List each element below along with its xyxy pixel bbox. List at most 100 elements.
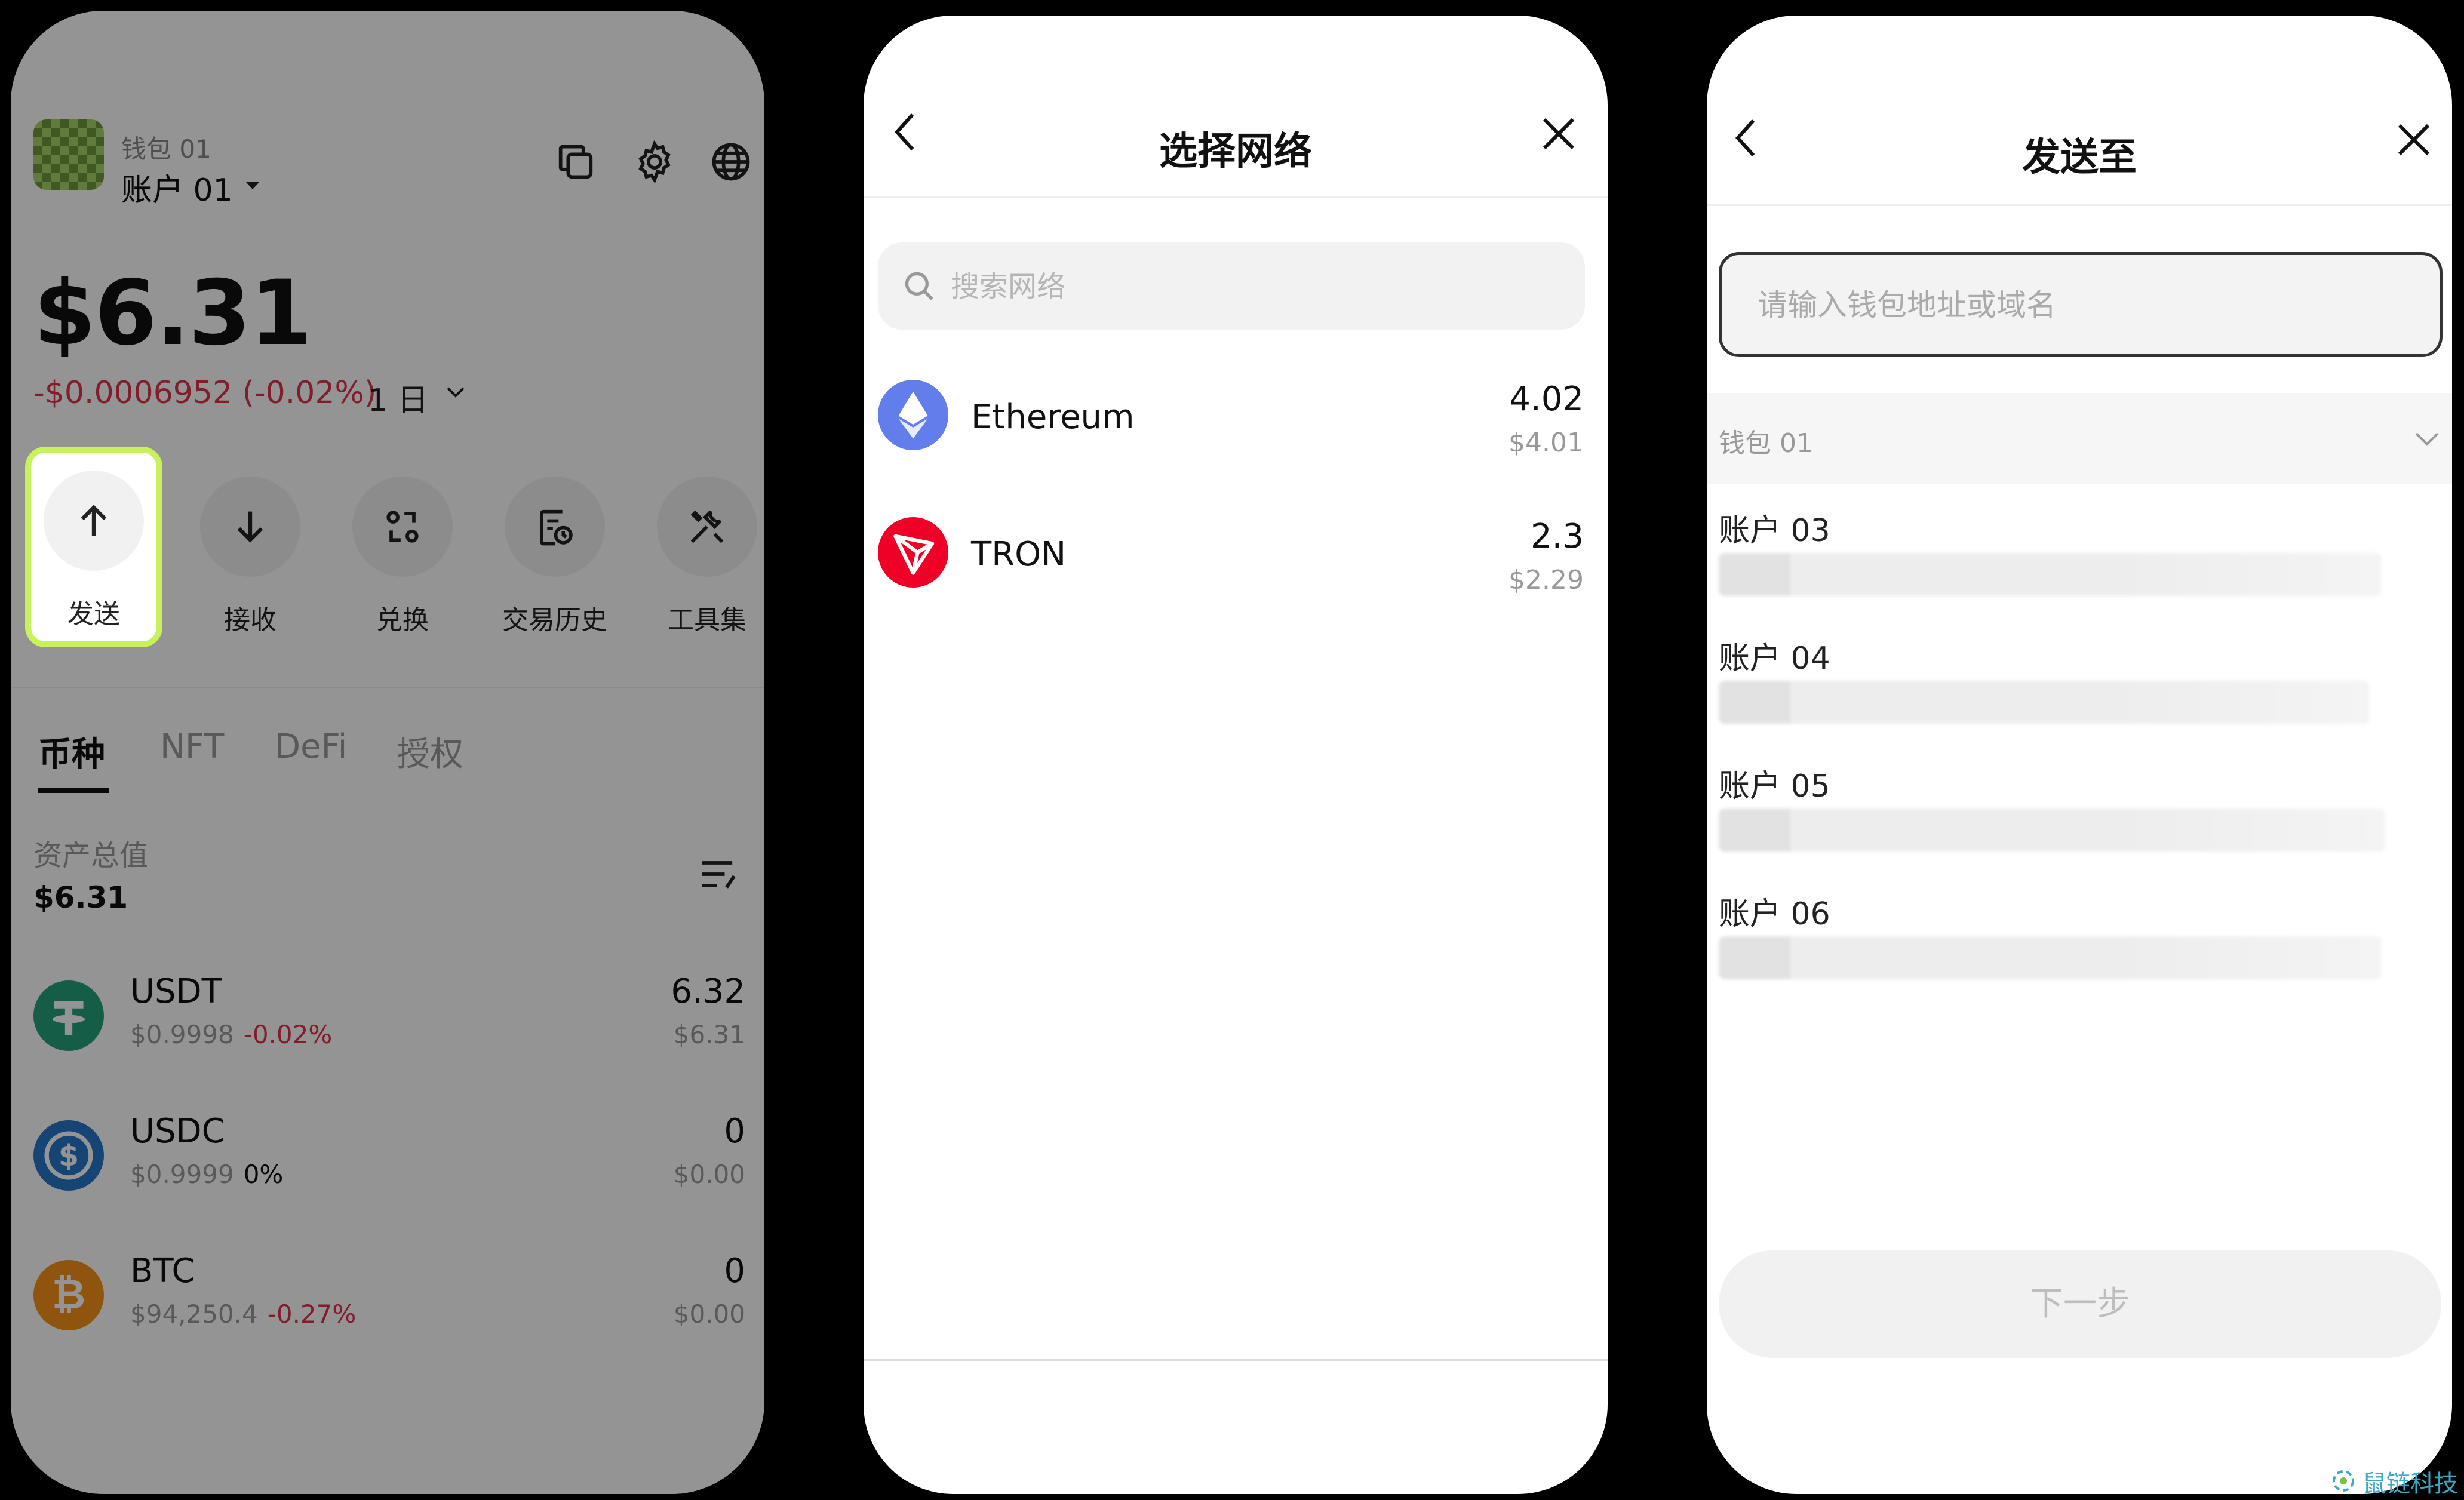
network-amount: 2.3 (1530, 517, 1584, 556)
bottom-divider (864, 1359, 1608, 1361)
header-divider (864, 196, 1608, 198)
tools-icon (684, 504, 730, 549)
tab-tokens[interactable]: 币种 (38, 727, 105, 776)
token-symbol: BTC (130, 1252, 195, 1290)
back-icon[interactable] (891, 111, 918, 153)
divider (11, 687, 764, 688)
brand-logo-icon (2329, 1467, 2358, 1495)
search-box[interactable] (878, 242, 1585, 331)
token-usd: $0.00 (673, 1299, 745, 1329)
swap-button[interactable]: 兑换 (334, 454, 471, 639)
watermark: 鼠链科技 (2325, 1461, 2464, 1498)
svg-text:$: $ (59, 1138, 79, 1173)
network-usd: $2.29 (1508, 565, 1584, 595)
receive-label: 接收 (224, 605, 276, 635)
tab-authorization[interactable]: 授权 (397, 727, 463, 776)
token-amount: 6.32 (671, 972, 745, 1011)
search-input[interactable] (950, 242, 1561, 331)
account-name: 账户 05 (1719, 769, 1830, 804)
token-price: $0.9999 (130, 1160, 234, 1189)
tools-button[interactable]: 工具集 (638, 454, 764, 639)
account-item[interactable]: 账户 06 (1707, 889, 2452, 1014)
token-amount: 0 (724, 1112, 745, 1151)
blurred-address (1719, 809, 2385, 852)
wallet-name: 钱包 01 (121, 134, 211, 164)
token-change: 0% (243, 1160, 284, 1189)
history-button[interactable]: 交易历史 (486, 454, 623, 639)
send-to-screen: 发送至 钱包 01 账户 03 账户 04 账户 05 账户 06 下一步 (1707, 16, 2452, 1494)
bitcoin-icon: ₿ (33, 1260, 104, 1330)
header-divider (1707, 204, 2452, 206)
token-change: -0.27% (267, 1299, 357, 1329)
caret-down-icon[interactable] (245, 180, 260, 191)
account-item[interactable]: 账户 04 (1707, 633, 2452, 758)
token-usd: $0.00 (673, 1160, 745, 1189)
arrow-down-icon (228, 504, 273, 549)
swap-icon (380, 504, 425, 549)
svg-text:₿: ₿ (52, 1271, 85, 1318)
account-item[interactable]: 账户 03 (1707, 505, 2452, 631)
close-icon[interactable] (1540, 115, 1578, 153)
send-button[interactable]: 发送 (25, 447, 162, 647)
blurred-address (1719, 681, 2370, 724)
select-network-screen: 选择网络 Ethereum 4.02 $4.01 TRON 2.3 $2.29 (864, 16, 1608, 1494)
token-price: $94,250.4 (130, 1299, 258, 1329)
token-symbol: USDT (130, 972, 222, 1011)
account-name: 账户 06 (1719, 896, 1830, 932)
total-assets-label: 资产总值 (33, 839, 149, 872)
network-name: TRON (971, 535, 1067, 574)
token-row[interactable]: ₿ BTC $94,250.4 -0.27% 0 $0.00 (11, 1240, 764, 1371)
account-name: 账户 03 (1719, 513, 1830, 549)
tron-icon (878, 517, 948, 588)
address-input[interactable] (1756, 255, 2416, 355)
chevron-down-icon (2414, 430, 2440, 448)
usdc-icon: $ (33, 1120, 104, 1191)
blurred-address (1719, 553, 2382, 596)
copy-icon[interactable] (553, 139, 598, 185)
network-name: Ethereum (971, 398, 1135, 437)
next-button[interactable]: 下一步 (1719, 1250, 2441, 1358)
token-amount: 0 (724, 1252, 745, 1290)
send-label: 发送 (67, 599, 120, 629)
blurred-address (1719, 936, 2382, 979)
chevron-down-icon[interactable] (446, 386, 466, 399)
network-row[interactable]: TRON 2.3 $2.29 (864, 487, 1608, 619)
total-assets-value: $6.31 (33, 880, 128, 915)
period-selector[interactable]: 1 日 (368, 375, 429, 420)
close-icon[interactable] (2395, 121, 2433, 159)
ethereum-icon (878, 380, 948, 450)
network-row[interactable]: Ethereum 4.02 $4.01 (864, 350, 1608, 481)
avatar[interactable] (33, 119, 104, 190)
receive-button[interactable]: 接收 (182, 454, 319, 639)
gear-icon[interactable] (632, 139, 677, 185)
arrow-up-icon (71, 498, 116, 543)
account-item[interactable]: 账户 05 (1707, 761, 2452, 886)
account-selector[interactable]: 账户 01 (121, 165, 233, 210)
wallet-home-screen: 钱包 01 账户 01 $6.31 -$0.0006952 (-0.02%) 1… (11, 11, 764, 1494)
tools-label: 工具集 (668, 605, 746, 635)
sort-icon[interactable] (696, 852, 742, 897)
token-change: -0.02% (243, 1020, 333, 1049)
token-symbol: USDC (130, 1112, 225, 1151)
globe-icon[interactable] (708, 139, 754, 185)
token-row[interactable]: $ USDC $0.9999 0% 0 $0.00 (11, 1100, 764, 1231)
tether-icon (33, 980, 104, 1051)
history-label: 交易历史 (502, 605, 607, 635)
search-icon (902, 269, 936, 303)
token-usd: $6.31 (673, 1020, 745, 1049)
back-icon[interactable] (1732, 117, 1759, 159)
watermark-text: 鼠链科技 (2362, 1470, 2458, 1498)
token-row[interactable]: USDT $0.9998 -0.02% 6.32 $6.31 (11, 960, 764, 1092)
tab-nft[interactable]: NFT (160, 727, 224, 766)
total-balance: $6.31 (33, 262, 312, 365)
wallet-group-name: 钱包 01 (1719, 428, 1813, 459)
tab-defi[interactable]: DeFi (275, 727, 347, 766)
network-usd: $4.01 (1508, 428, 1584, 458)
address-field-box[interactable] (1719, 252, 2443, 357)
wallet-group-header[interactable]: 钱包 01 (1707, 393, 2452, 484)
history-icon (532, 504, 577, 549)
account-name: 账户 04 (1719, 641, 1830, 677)
network-amount: 4.02 (1509, 380, 1584, 419)
token-price: $0.9998 (130, 1020, 234, 1049)
page-title: 发送至 (2022, 136, 2137, 180)
